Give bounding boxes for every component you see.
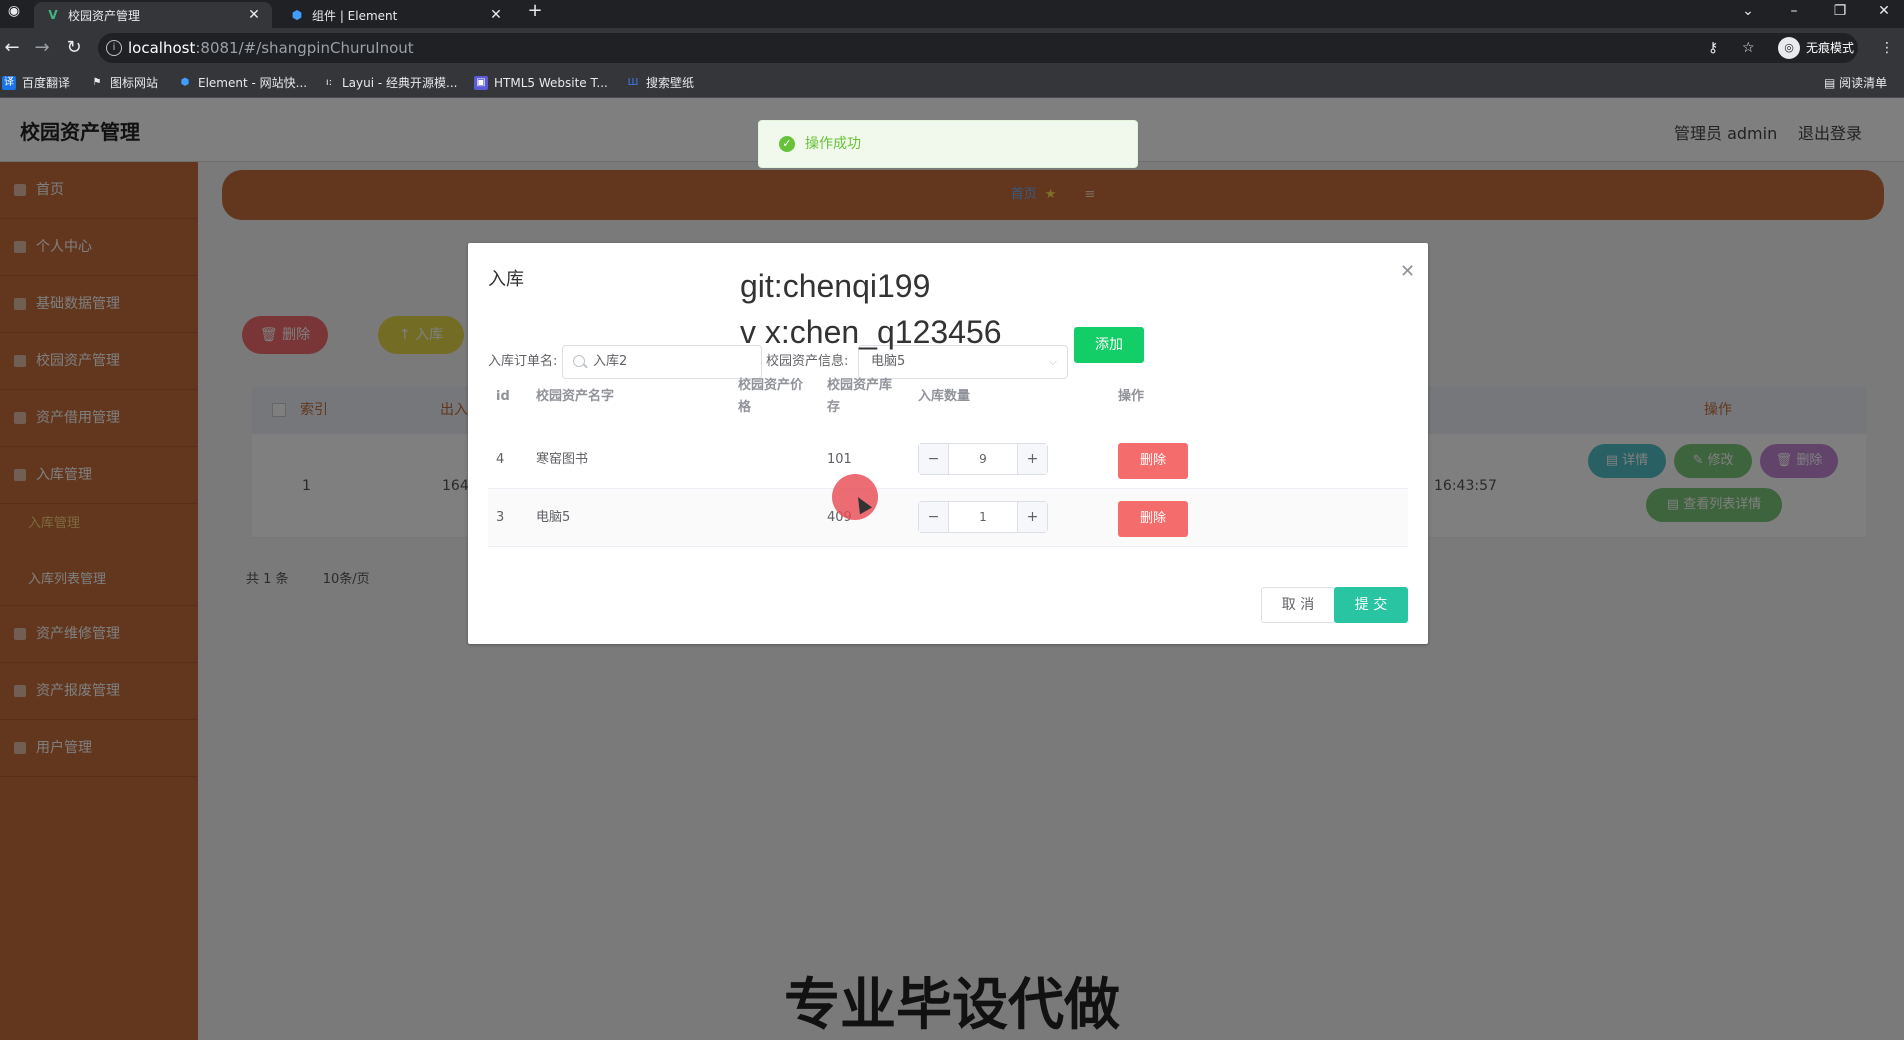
order-name-label: 入库订单名: xyxy=(488,354,558,369)
bookmark-star-icon[interactable]: ☆ xyxy=(1742,36,1755,60)
forward-icon[interactable]: → xyxy=(30,36,54,60)
check-circle-icon: ✓ xyxy=(779,136,795,152)
decrement-button[interactable]: − xyxy=(919,502,949,532)
order-name-input[interactable]: 入库2 xyxy=(562,345,762,379)
flag-icon: ⚑ xyxy=(92,77,102,88)
submit-button[interactable]: 提 交 xyxy=(1334,587,1408,623)
delete-button[interactable]: 删除 xyxy=(1118,501,1188,537)
vue-logo-icon: V xyxy=(48,8,58,22)
success-toast: ✓ 操作成功 xyxy=(758,120,1138,168)
increment-button[interactable]: + xyxy=(1017,502,1047,532)
tab-title: 组件 | Element xyxy=(312,8,398,23)
delete-button[interactable]: 删除 xyxy=(1118,443,1188,479)
column-header-price: 校园资产价格 xyxy=(738,378,804,415)
incognito-icon: ◎ xyxy=(1778,37,1800,59)
table-row: 3 电脑5 409 − 1 + 删除 xyxy=(488,489,1408,547)
bookmark-item[interactable]: ⬢ Element - 网站快... xyxy=(178,74,307,92)
bookmarks-bar: 译 百度翻译 ⚑ 图标网站 ⬢ Element - 网站快... ı: Layu… xyxy=(0,68,1904,98)
layui-icon: ı: xyxy=(325,77,333,88)
quantity-stepper[interactable]: − 9 + xyxy=(918,443,1048,475)
bookmark-item[interactable]: ı: Layui - 经典开源模... xyxy=(322,74,458,92)
cancel-button[interactable]: 取 消 xyxy=(1261,587,1335,623)
reload-icon[interactable]: ↻ xyxy=(62,36,86,60)
bookmark-item[interactable]: 译 百度翻译 xyxy=(2,74,70,92)
close-tab-icon[interactable]: ✕ xyxy=(488,7,504,23)
column-header-id: id xyxy=(496,389,510,404)
toast-message: 操作成功 xyxy=(805,136,861,152)
address-bar: ← → ↻ i localhost:8081/#/shangpinChuruIn… xyxy=(0,28,1904,68)
close-icon[interactable]: ✕ xyxy=(1400,261,1415,282)
reading-list[interactable]: ▤ 阅读清单 xyxy=(1824,74,1887,92)
bookmark-item[interactable]: Ш 搜索壁纸 xyxy=(626,74,694,92)
reading-list-icon: ▤ xyxy=(1824,76,1840,90)
site-info-icon[interactable]: i xyxy=(106,40,122,56)
browser-tab-bar: ◉ V 校园资产管理 ✕ ⬢ 组件 | Element ✕ + ⌄ – ❐ ✕ xyxy=(0,0,1904,28)
html5-template-icon: ▣ xyxy=(474,76,488,90)
bookmark-item[interactable]: ▣ HTML5 Website T... xyxy=(474,74,608,92)
url-path: :8081/#/shangpinChuruInout xyxy=(195,39,414,57)
baidu-translate-icon: 译 xyxy=(2,76,16,90)
watermark-text: v x:chen_q123456 xyxy=(740,314,1002,350)
wallpaper-icon: Ш xyxy=(627,77,639,88)
dialog-title: 入库 xyxy=(488,269,524,290)
tab-element[interactable]: ⬢ 组件 | Element ✕ xyxy=(278,2,514,28)
tab-title: 校园资产管理 xyxy=(68,8,141,23)
new-tab-icon[interactable]: + xyxy=(518,0,552,24)
close-tab-icon[interactable]: ✕ xyxy=(246,7,262,23)
click-indicator xyxy=(832,474,878,520)
column-header-name: 校园资产名字 xyxy=(536,389,615,404)
tab-campus-assets[interactable]: V 校园资产管理 ✕ xyxy=(34,2,272,28)
close-window-icon[interactable]: ✕ xyxy=(1864,0,1904,24)
back-icon[interactable]: ← xyxy=(0,36,24,60)
element-logo-icon: ⬢ xyxy=(291,8,303,22)
table-row: 4 寒窑图书 101 − 9 + 删除 xyxy=(488,431,1408,489)
column-header-qty: 入库数量 xyxy=(918,389,971,404)
quantity-value[interactable]: 9 xyxy=(949,444,1017,474)
bookmark-item[interactable]: ⚑ 图标网站 xyxy=(90,74,159,92)
browser-more-icon[interactable]: ⋮ xyxy=(1880,36,1894,60)
password-key-icon[interactable]: ⚷ xyxy=(1708,36,1718,60)
order-name-value: 入库2 xyxy=(593,354,628,369)
increment-button[interactable]: + xyxy=(1017,444,1047,474)
stock-in-dialog: 入库 ✕ 入库订单名: 入库2 校园资产信息: 电脑5 ⌵ 添加 id 校园资产… xyxy=(468,243,1428,644)
minimize-icon[interactable]: – xyxy=(1774,0,1814,24)
watermark-text: git:chenqi199 xyxy=(740,268,931,304)
restore-icon[interactable]: ❐ xyxy=(1820,0,1860,24)
quantity-value[interactable]: 1 xyxy=(949,502,1017,532)
quantity-stepper[interactable]: − 1 + xyxy=(918,501,1048,533)
video-caption: 专业毕设代做 xyxy=(784,973,1120,1038)
incognito-indicator[interactable]: ◎ 无痕模式 xyxy=(1778,36,1854,60)
url-host: localhost xyxy=(128,39,196,57)
column-header-ops: 操作 xyxy=(1118,389,1145,404)
decrement-button[interactable]: − xyxy=(919,444,949,474)
column-header-stock: 校园资产库存 xyxy=(827,378,893,415)
browser-menu-icon[interactable]: ◉ xyxy=(0,0,28,24)
url-field[interactable]: i localhost:8081/#/shangpinChuruInout xyxy=(98,33,1858,63)
add-button[interactable]: 添加 xyxy=(1074,327,1144,363)
tab-search-icon[interactable]: ⌄ xyxy=(1728,0,1768,24)
chevron-down-icon: ⌵ xyxy=(1048,355,1057,368)
element-logo-icon: ⬢ xyxy=(180,77,190,88)
search-icon xyxy=(573,355,585,367)
asset-info-value: 电脑5 xyxy=(871,354,906,369)
